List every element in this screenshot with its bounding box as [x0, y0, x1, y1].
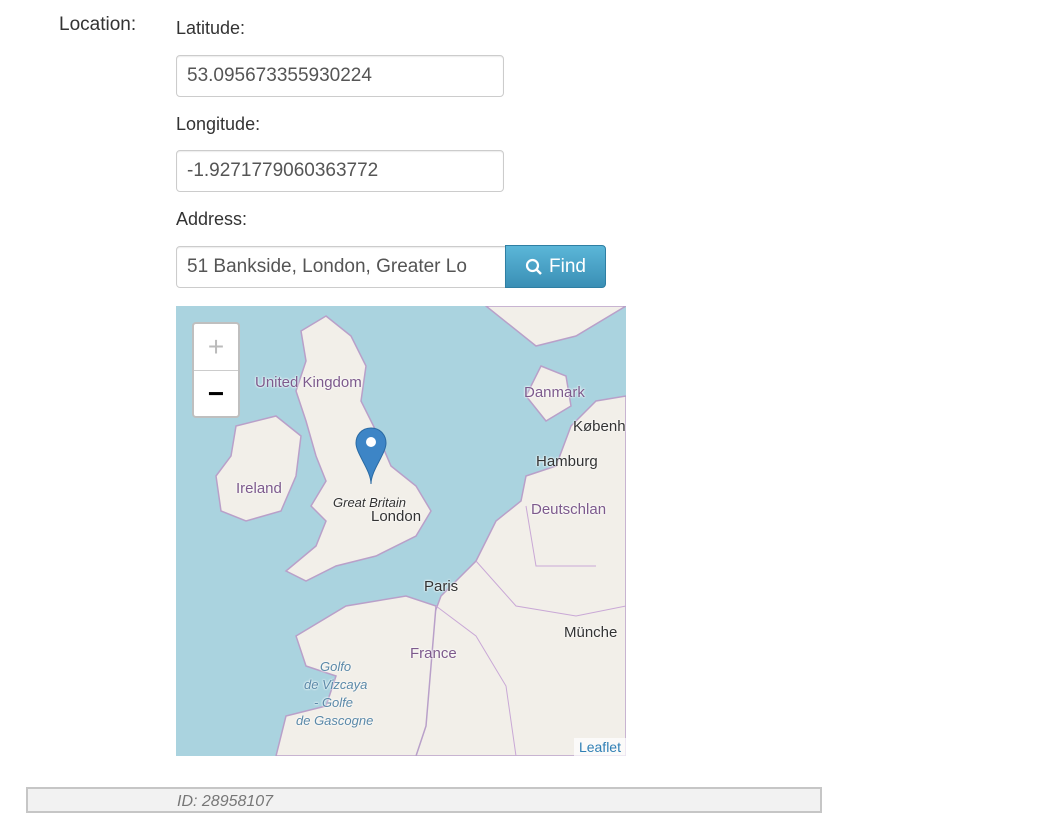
- map-label-ireland: Ireland: [236, 480, 282, 497]
- address-label: Address:: [176, 209, 248, 229]
- latitude-input[interactable]: 53.095673355930224: [176, 55, 504, 97]
- map-label-denmark: Danmark: [524, 384, 585, 401]
- map-tiles: [215, 306, 626, 756]
- map-label-munchen: Münche: [564, 624, 618, 641]
- zoom-control: + −: [192, 322, 240, 418]
- map-label-golfo: de Vizcaya: [304, 677, 368, 692]
- search-icon: [525, 258, 542, 275]
- longitude-label: Longitude:: [176, 114, 261, 134]
- map-label-golfo: Golfo: [320, 659, 352, 674]
- map-label-paris: Paris: [424, 578, 459, 595]
- address-input[interactable]: 51 Bankside, London, Greater Lo: [176, 246, 506, 288]
- map-label-golfo: - Golfe: [314, 695, 354, 710]
- longitude-input[interactable]: -1.9271779060363772: [176, 150, 504, 192]
- map[interactable]: + − United Kingdom Danmark Københ Hambur…: [176, 306, 626, 756]
- location-label: Location:: [59, 14, 137, 35]
- map-label-deutschland: Deutschlan: [531, 501, 607, 518]
- map-label-hamburg: Hamburg: [536, 453, 598, 470]
- footer-bar: ID: 28958107: [26, 787, 822, 813]
- zoom-in-button[interactable]: +: [194, 324, 238, 371]
- zoom-out-button[interactable]: −: [194, 371, 238, 417]
- latitude-label: Latitude:: [176, 18, 246, 38]
- map-label-france: France: [410, 645, 457, 662]
- map-label-kobenhavn: Københ: [573, 418, 626, 435]
- find-label: Find: [549, 255, 586, 277]
- find-button[interactable]: Find: [505, 245, 606, 288]
- map-label-golfo: de Gascogne: [296, 713, 374, 728]
- record-id: ID: 28958107: [177, 793, 274, 810]
- leaflet-attribution-link[interactable]: Leaflet: [573, 738, 626, 756]
- map-label-london: London: [371, 508, 422, 525]
- map-label-uk: United Kingdom: [255, 374, 362, 391]
- map-marker-icon[interactable]: [354, 426, 388, 488]
